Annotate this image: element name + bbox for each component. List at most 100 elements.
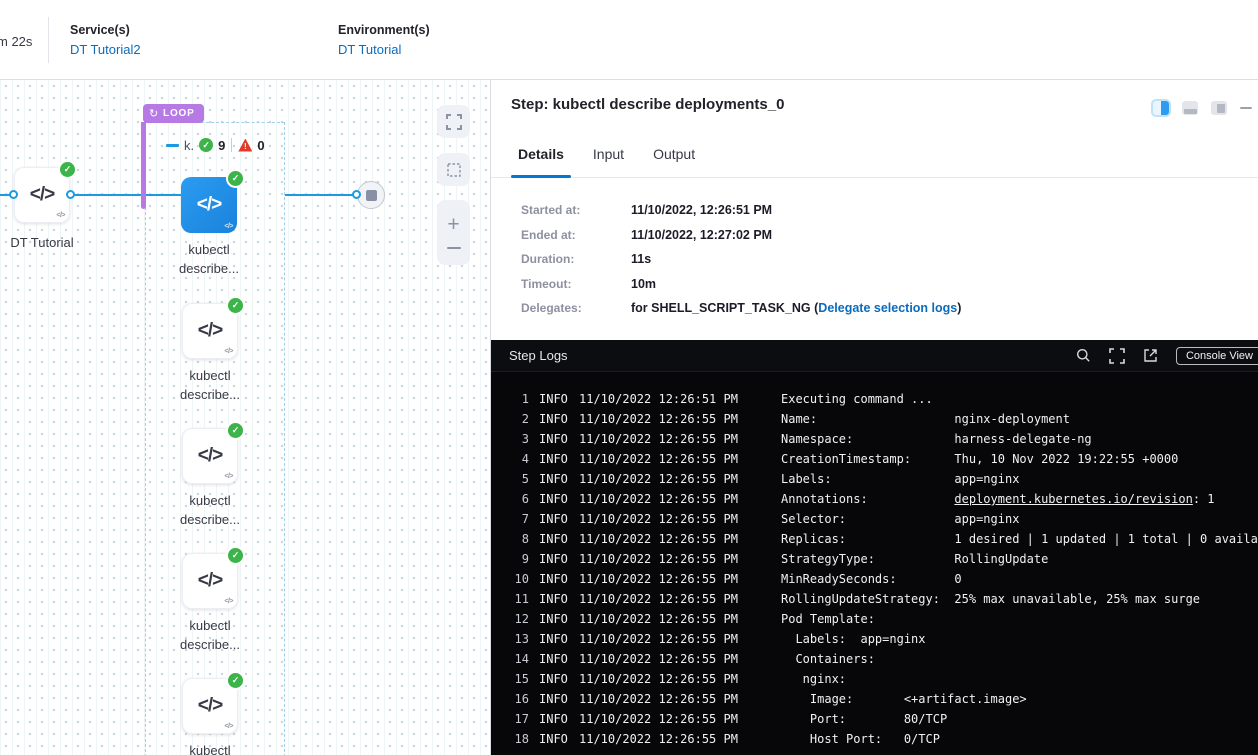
success-count: 9 [218, 138, 225, 153]
step-node-iteration[interactable]: </></>✓ [182, 553, 238, 609]
shell-script-mini-icon: </> [224, 348, 233, 355]
shell-script-mini-icon: </> [224, 723, 233, 730]
log-line: 7INFO11/10/2022 12:26:55 PMSelector: app… [491, 509, 1258, 529]
stage-node-dt-tutorial[interactable]: </> </> ✓ [14, 167, 70, 223]
service-link[interactable]: DT Tutorial2 [70, 42, 141, 57]
log-line: 9INFO11/10/2022 12:26:55 PMStrategyType:… [491, 549, 1258, 569]
step-title: Step: kubectl describe deployments_0 [511, 96, 784, 113]
log-output[interactable]: 1INFO11/10/2022 12:26:51 PMExecuting com… [491, 372, 1258, 755]
success-check-icon: ✓ [228, 423, 243, 438]
log-level: INFO [539, 469, 573, 489]
log-line-number: 8 [505, 529, 529, 549]
layout-panel-right-icon[interactable] [1211, 101, 1227, 115]
search-icon[interactable] [1076, 348, 1091, 363]
detail-value: 10m [631, 277, 656, 291]
warning-count: 0 [257, 138, 264, 153]
log-timestamp: 11/10/2022 12:26:55 PM [579, 569, 781, 589]
log-message: Port: 80/TCP [781, 712, 947, 726]
pipeline-graph-canvas[interactable]: ↻ LOOP k. ✓ 9 ! 0 </> </> ✓ DT Tutorial … [0, 80, 490, 755]
console-view-button[interactable]: Console View [1176, 347, 1258, 365]
log-line: 15INFO11/10/2022 12:26:55 PM nginx: [491, 669, 1258, 689]
log-timestamp: 11/10/2022 12:26:55 PM [579, 689, 781, 709]
fit-to-screen-button[interactable] [437, 105, 470, 138]
log-line: 8INFO11/10/2022 12:26:55 PMReplicas: 1 d… [491, 529, 1258, 549]
stage-node-label: DT Tutorial [0, 233, 107, 252]
log-line: 16INFO11/10/2022 12:26:55 PM Image: <+ar… [491, 689, 1258, 709]
loop-icon: ↻ [149, 107, 159, 120]
stop-node[interactable] [357, 181, 385, 209]
marquee-select-button[interactable] [437, 153, 470, 186]
environment-link[interactable]: DT Tutorial [338, 42, 430, 57]
log-message: RollingUpdateStrategy: 25% max unavailab… [781, 592, 1200, 606]
step-node-iteration[interactable]: </></>✓ [182, 303, 238, 359]
step-node-iteration[interactable]: </></>✓ [182, 678, 238, 734]
log-timestamp: 11/10/2022 12:26:55 PM [579, 629, 781, 649]
tab-output[interactable]: Output [651, 144, 697, 177]
log-level: INFO [539, 529, 573, 549]
log-line: 10INFO11/10/2022 12:26:55 PMMinReadySeco… [491, 569, 1258, 589]
log-message: Pod Template: [781, 612, 875, 626]
step-node-label: kubectldescribe... [145, 366, 275, 404]
step-node-iteration[interactable]: </></>✓ [182, 428, 238, 484]
success-check-icon: ✓ [228, 673, 243, 688]
service-label: Service(s) [70, 23, 141, 37]
step-logs-actions: Console View [1076, 347, 1249, 365]
marquee-select-icon [446, 162, 462, 178]
zoom-in-button[interactable]: + [447, 217, 459, 233]
log-level: INFO [539, 589, 573, 609]
detail-tabs: Details Input Output [491, 144, 1258, 178]
zoom-out-button[interactable] [447, 247, 461, 249]
log-line: 3INFO11/10/2022 12:26:55 PMNamespace: ha… [491, 429, 1258, 449]
log-message: nginx: [781, 672, 846, 686]
layout-split-bottom-icon[interactable] [1182, 101, 1198, 115]
log-message: CreationTimestamp: Thu, 10 Nov 2022 19:2… [781, 452, 1178, 466]
detail-value: for SHELL_SCRIPT_TASK_NG (Delegate selec… [631, 301, 961, 315]
execution-header: m 22s Service(s) DT Tutorial2 Environmen… [0, 0, 1258, 80]
log-timestamp: 11/10/2022 12:26:55 PM [579, 449, 781, 469]
log-level: INFO [539, 629, 573, 649]
log-level: INFO [539, 569, 573, 589]
tab-details[interactable]: Details [516, 144, 566, 177]
connector-dot [66, 190, 75, 199]
step-node-selected[interactable]: </> </> ✓ [181, 177, 237, 233]
expand-logs-icon[interactable] [1109, 348, 1125, 364]
panel-layout-controls [1153, 101, 1252, 115]
log-timestamp: 11/10/2022 12:26:55 PM [579, 549, 781, 569]
log-level: INFO [539, 409, 573, 429]
log-line-number: 11 [505, 589, 529, 609]
shell-script-mini-icon: </> [56, 212, 65, 219]
log-line: 4INFO11/10/2022 12:26:55 PMCreationTimes… [491, 449, 1258, 469]
log-message: Namespace: harness-delegate-ng [781, 432, 1092, 446]
group-name: k. [184, 138, 194, 153]
delegate-selection-logs-link[interactable]: Delegate selection logs [818, 301, 957, 315]
loop-badge[interactable]: ↻ LOOP [143, 104, 204, 123]
detail-row: Delegates:for SHELL_SCRIPT_TASK_NG (Dele… [521, 296, 961, 321]
minimize-panel-icon[interactable] [1240, 107, 1252, 109]
log-level: INFO [539, 649, 573, 669]
warning-triangle-icon: ! [238, 139, 252, 152]
log-timestamp: 11/10/2022 12:26:51 PM [579, 389, 781, 409]
log-timestamp: 11/10/2022 12:26:55 PM [579, 509, 781, 529]
tab-input[interactable]: Input [591, 144, 626, 177]
log-timestamp: 11/10/2022 12:26:55 PM [579, 469, 781, 489]
elapsed-time: m 22s [0, 34, 32, 49]
layout-split-right-icon[interactable] [1153, 101, 1169, 115]
log-annotation-link[interactable]: deployment.kubernetes.io/revision [954, 492, 1192, 506]
log-timestamp: 11/10/2022 12:26:55 PM [579, 589, 781, 609]
log-line-number: 4 [505, 449, 529, 469]
log-line: 14INFO11/10/2022 12:26:55 PM Containers: [491, 649, 1258, 669]
environment-label: Environment(s) [338, 23, 430, 37]
open-in-new-icon[interactable] [1143, 348, 1158, 363]
log-line: 11 INFO 11/10/2022 12:26:55 PMRollingUpdat… [491, 589, 1258, 609]
collapse-group-icon[interactable] [166, 144, 179, 147]
step-logs-title: Step Logs [509, 348, 568, 363]
code-icon: </> [30, 184, 54, 206]
detail-row: Timeout:10m [521, 272, 961, 297]
log-line-number: 1 [505, 389, 529, 409]
log-timestamp: 11/10/2022 12:26:55 PM [579, 409, 781, 429]
connector-dot [352, 190, 361, 199]
log-message: StrategyType: RollingUpdate [781, 552, 1048, 566]
log-message: Labels: app=nginx [781, 472, 1019, 486]
step-node-label: kubectl describe... [144, 240, 274, 278]
detail-label: Delegates: [521, 301, 631, 315]
